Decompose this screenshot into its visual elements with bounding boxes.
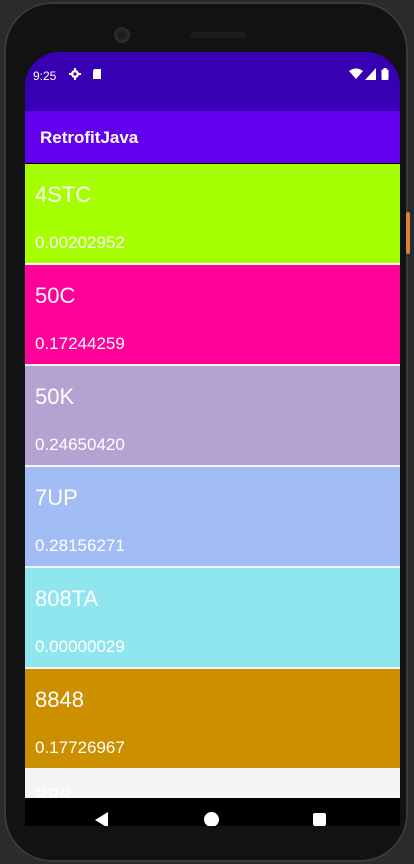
- list-item[interactable]: 7UP 0.28156271: [25, 467, 400, 566]
- sd-card-icon: [93, 69, 101, 79]
- list-item[interactable]: 50C 0.17244259: [25, 265, 400, 364]
- power-button: [406, 212, 410, 254]
- back-icon[interactable]: [95, 812, 108, 826]
- list-item[interactable]: 808TA 0.00000029: [25, 568, 400, 667]
- list-item[interactable]: 888: [25, 770, 400, 798]
- phone-frame: 9:25 RetrofitJava 4STC 0.00202952 50C 0.…: [4, 2, 410, 862]
- list-item[interactable]: 50K 0.24650420: [25, 366, 400, 465]
- coin-price: 0.00000029: [35, 637, 125, 656]
- status-bar: 9:25: [25, 52, 400, 111]
- coin-symbol: 4STC: [35, 182, 92, 207]
- list-item[interactable]: 8848 0.17726967: [25, 669, 400, 768]
- coin-symbol: 50K: [35, 384, 75, 409]
- app-bar: RetrofitJava: [25, 111, 400, 163]
- earpiece-speaker: [190, 32, 246, 38]
- coin-price: 0.24650420: [35, 435, 125, 454]
- coin-price: 0.28156271: [35, 536, 125, 555]
- coin-price: 0.00202952: [35, 233, 125, 252]
- coin-list[interactable]: 4STC 0.00202952 50C 0.17244259 50K 0.246…: [25, 164, 400, 798]
- coin-symbol: 8848: [35, 687, 84, 712]
- front-camera: [114, 27, 130, 43]
- gear-icon: [69, 68, 81, 80]
- screen: 9:25 RetrofitJava 4STC 0.00202952 50C 0.…: [25, 52, 400, 826]
- home-icon[interactable]: [204, 812, 219, 826]
- coin-price: 0.17244259: [35, 334, 125, 353]
- list-item[interactable]: 4STC 0.00202952: [25, 164, 400, 263]
- navigation-bar: [25, 798, 400, 826]
- app-title: RetrofitJava: [40, 128, 139, 147]
- coin-price: 0.17726967: [35, 738, 125, 757]
- coin-symbol: 808TA: [35, 586, 99, 611]
- coin-symbol: 50C: [35, 283, 76, 308]
- signal-icon: [365, 68, 376, 80]
- battery-icon: [381, 68, 389, 80]
- coin-symbol: 7UP: [35, 485, 78, 510]
- status-time: 9:25: [33, 69, 57, 83]
- wifi-icon: [349, 68, 363, 79]
- coin-symbol: 888: [35, 784, 72, 798]
- recents-icon[interactable]: [313, 813, 326, 826]
